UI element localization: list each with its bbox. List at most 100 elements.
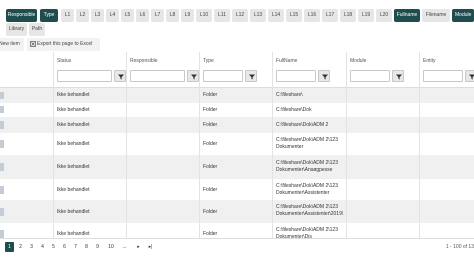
view-button-l1[interactable]: L1 <box>61 9 74 22</box>
column-divider <box>53 52 54 238</box>
fullname-cell: C:\fileshare\Dok\ADM 2\123 Dokumenter\As… <box>276 204 344 217</box>
view-button-l3[interactable]: L3 <box>91 9 104 22</box>
data-grid: Status Responsible Type FullName Module … <box>0 52 474 238</box>
view-button-l20[interactable]: L20 <box>376 9 392 22</box>
column-header-fullname[interactable]: FullName <box>276 58 297 64</box>
column-header-entity[interactable]: Entity <box>423 58 436 64</box>
module-filter-button[interactable] <box>392 70 404 82</box>
column-header-responsible[interactable]: Responsible <box>130 58 158 64</box>
view-button-l17[interactable]: L17 <box>322 9 338 22</box>
column-header-type[interactable]: Type <box>203 58 214 64</box>
view-button-l11[interactable]: L11 <box>214 9 230 22</box>
status-cell: Ikke behandlet <box>57 164 90 170</box>
page-5-button[interactable]: 5 <box>49 242 58 252</box>
row-edit-handle[interactable] <box>0 121 4 129</box>
module-filter-input[interactable] <box>350 70 390 82</box>
fullname-cell: C:\fileshare\Dok\ADM 2\123 Dokumenter\An… <box>276 160 338 173</box>
view-button-l6[interactable]: L6 <box>136 9 149 22</box>
view-button-l9[interactable]: L9 <box>181 9 194 22</box>
status-cell: Ikke behandlet <box>57 92 90 98</box>
responsible-filter-button[interactable] <box>187 70 199 82</box>
table-row[interactable]: Ikke behandlet Folder C:\fileshare\Dok\A… <box>0 155 474 179</box>
page-2-button[interactable]: 2 <box>16 242 25 252</box>
last-page-button[interactable]: ▸| <box>146 242 155 252</box>
row-edit-handle[interactable] <box>0 92 4 99</box>
view-button-module[interactable]: Module <box>452 9 474 22</box>
column-header-module[interactable]: Module <box>350 58 366 64</box>
view-button-l2[interactable]: L2 <box>76 9 89 22</box>
view-button-l19[interactable]: L19 <box>358 9 374 22</box>
view-button-l8[interactable]: L8 <box>166 9 179 22</box>
next-page-button[interactable]: ▸ <box>134 242 143 252</box>
view-button-responsible[interactable]: Responsible <box>6 9 37 22</box>
filter-icon <box>249 74 255 80</box>
type-cell: Folder <box>203 209 218 215</box>
page-7-button[interactable]: 7 <box>71 242 80 252</box>
view-button-l16[interactable]: L16 <box>304 9 320 22</box>
fullname-filter-input[interactable] <box>276 70 316 82</box>
fullname-cell: C:\fileshare\Dok\ADM 2\123 Dokumenter\As… <box>276 183 338 196</box>
table-row[interactable]: Ikke behandlet Folder C:\fileshare\ <box>0 88 474 103</box>
page-4-button[interactable]: 4 <box>38 242 47 252</box>
column-divider <box>419 52 420 238</box>
table-row[interactable]: Ikke behandlet Folder C:\fileshare\Dok\A… <box>0 117 474 133</box>
fullname-cell: C:\fileshare\Dok\ADM 2\123 Dokumenter <box>276 137 338 150</box>
responsible-filter-input[interactable] <box>130 70 185 82</box>
view-button-library[interactable]: Library <box>6 23 27 36</box>
grid-toolbar: New item Export this page to Excel <box>0 38 474 52</box>
column-header-status[interactable]: Status <box>57 58 71 64</box>
status-cell: Ikke behandlet <box>57 231 90 237</box>
view-button-filename[interactable]: Filename <box>422 9 450 22</box>
status-filter-button[interactable] <box>114 70 126 82</box>
status-cell: Ikke behandlet <box>57 141 90 147</box>
row-edit-handle[interactable] <box>0 140 4 148</box>
entity-filter-button[interactable] <box>465 70 474 82</box>
column-divider <box>199 52 200 238</box>
type-filter-input[interactable] <box>203 70 243 82</box>
type-cell: Folder <box>203 231 218 237</box>
view-button-l12[interactable]: L12 <box>232 9 248 22</box>
view-button-fullname[interactable]: Fullname <box>394 9 420 22</box>
status-cell: Ikke behandlet <box>57 122 90 128</box>
view-button-l5[interactable]: L5 <box>121 9 134 22</box>
page-9-button[interactable]: 9 <box>93 242 102 252</box>
filter-icon <box>469 74 474 80</box>
view-button-l4[interactable]: L4 <box>106 9 119 22</box>
page-6-button[interactable]: 6 <box>60 242 69 252</box>
fullname-filter-button[interactable] <box>318 70 330 82</box>
type-filter-button[interactable] <box>245 70 257 82</box>
fullname-cell: C:\fileshare\Dok\ADM 2 <box>276 122 329 128</box>
view-button-type[interactable]: Type <box>40 9 58 22</box>
row-edit-handle[interactable] <box>0 163 4 171</box>
table-row[interactable]: Ikke behandlet Folder C:\fileshare\Dok\A… <box>0 179 474 200</box>
export-excel-label: Export this page to Excel <box>37 41 93 47</box>
page-10-button[interactable]: 10 <box>105 242 117 252</box>
page-8-button[interactable]: 8 <box>82 242 91 252</box>
type-cell: Folder <box>203 164 218 170</box>
table-row[interactable]: Ikke behandlet Folder C:\fileshare\Dok\A… <box>0 133 474 155</box>
column-divider <box>272 52 273 238</box>
row-edit-handle[interactable] <box>0 230 4 238</box>
view-button-l10[interactable]: L10 <box>196 9 212 22</box>
table-row[interactable]: Ikke behandlet Folder C:\fileshare\Dok\A… <box>0 200 474 223</box>
page-3-button[interactable]: 3 <box>27 242 36 252</box>
type-cell: Folder <box>203 141 218 147</box>
view-button-l14[interactable]: L14 <box>268 9 284 22</box>
table-row[interactable]: Ikke behandlet Folder C:\fileshare\Dok <box>0 103 474 117</box>
view-button-path[interactable]: Path <box>29 23 45 36</box>
export-excel-button[interactable]: Export this page to Excel <box>27 38 100 51</box>
view-button-l7[interactable]: L7 <box>151 9 164 22</box>
view-button-l15[interactable]: L15 <box>286 9 302 22</box>
view-button-l18[interactable]: L18 <box>340 9 356 22</box>
page-1-button[interactable]: 1 <box>5 242 14 252</box>
page-more-button[interactable]: ... <box>120 242 129 252</box>
view-button-l13[interactable]: L13 <box>250 9 266 22</box>
table-row[interactable]: Ikke behandlet Folder C:\fileshare\Dok\A… <box>0 223 474 238</box>
row-edit-handle[interactable] <box>0 186 4 194</box>
row-edit-handle[interactable] <box>0 208 4 216</box>
status-filter-input[interactable] <box>57 70 112 82</box>
excel-icon <box>30 41 36 47</box>
entity-filter-input[interactable] <box>423 70 463 82</box>
new-item-button[interactable]: New item <box>0 38 24 51</box>
row-edit-handle[interactable] <box>0 106 4 113</box>
